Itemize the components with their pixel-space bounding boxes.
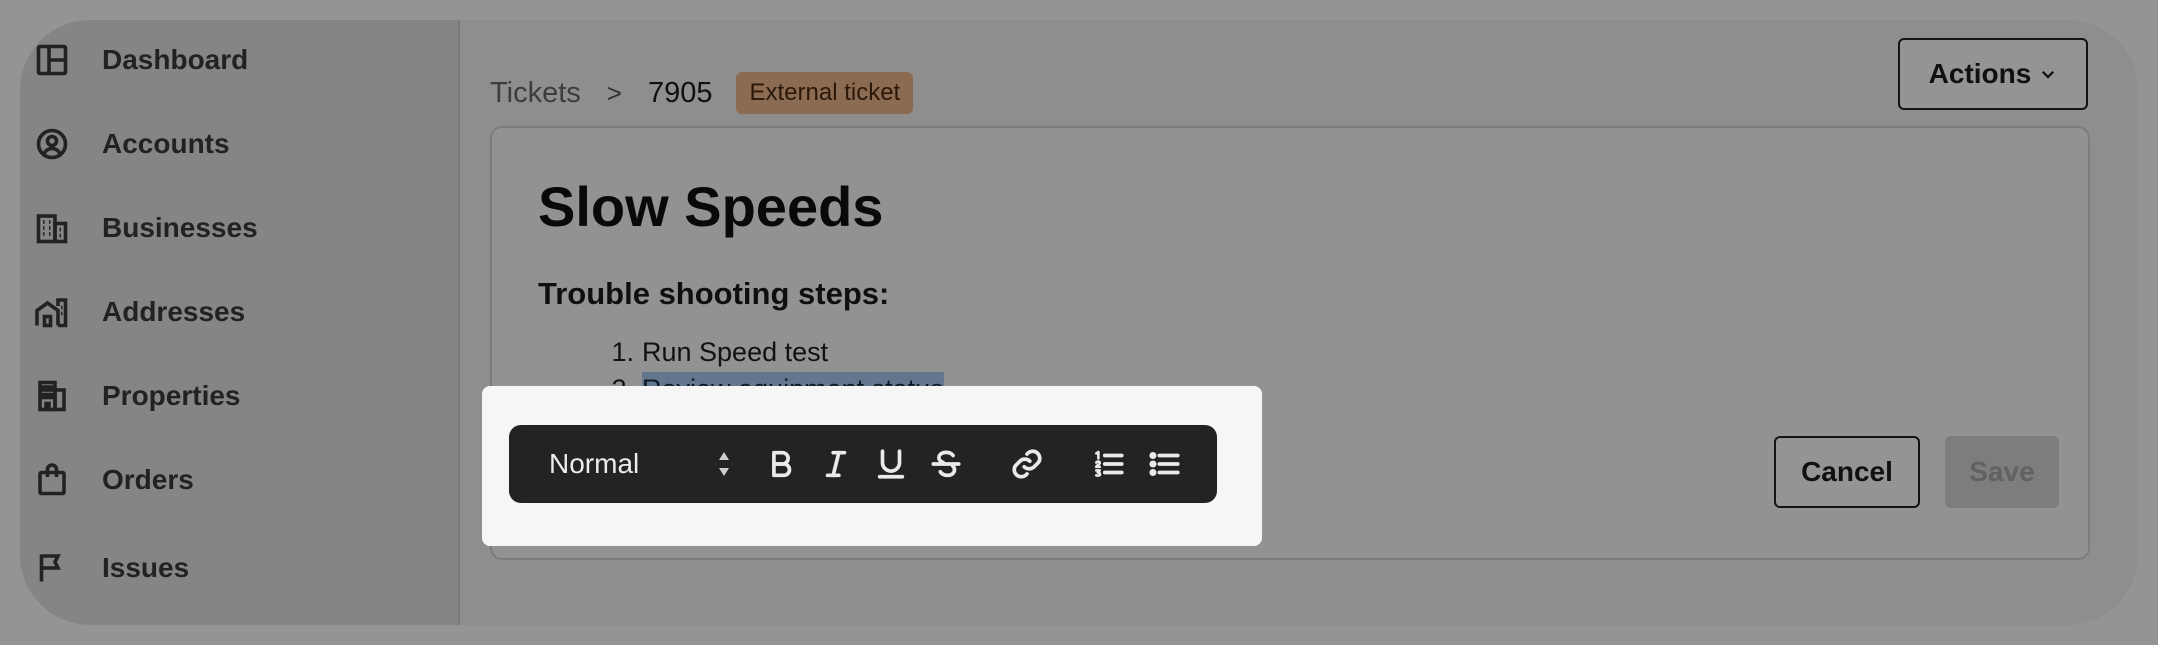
sidebar: Dashboard Accounts Businesses Addresses … — [20, 20, 460, 625]
strikethrough-icon — [931, 450, 961, 478]
breadcrumb: Tickets > 7905 External ticket — [490, 72, 914, 114]
user-circle-icon — [34, 126, 70, 162]
sidebar-item-label: Businesses — [102, 212, 258, 243]
sidebar-item-label: Dashboard — [102, 44, 249, 75]
link-button[interactable] — [1007, 444, 1047, 484]
bullet-list-icon — [1149, 451, 1180, 477]
sidebar-item-properties[interactable]: Properties — [34, 368, 434, 424]
strikethrough-button[interactable] — [926, 444, 966, 484]
select-arrows-icon — [719, 452, 729, 476]
sidebar-item-label: Accounts — [102, 128, 230, 159]
sidebar-item-label: Issues — [102, 552, 190, 583]
ticket-title[interactable]: Slow Speeds — [538, 174, 883, 239]
list-item-number: 1. — [611, 337, 634, 367]
underline-icon — [877, 449, 905, 479]
formatting-toolbar: Normal — [509, 425, 1217, 503]
format-select[interactable]: Normal — [549, 425, 731, 503]
breadcrumb-tickets-link[interactable]: Tickets — [490, 77, 581, 110]
bold-icon — [772, 450, 792, 478]
actions-label: Actions — [1928, 58, 2032, 89]
sidebar-item-accounts[interactable]: Accounts — [34, 116, 434, 172]
sidebar-item-label: Orders — [102, 464, 194, 495]
actions-button[interactable]: Actions — [1898, 38, 2088, 110]
ordered-list-button[interactable] — [1089, 444, 1129, 484]
chevron-down-icon — [2042, 70, 2055, 79]
bold-button[interactable] — [761, 444, 801, 484]
sidebar-item-label: Addresses — [102, 296, 246, 327]
flag-icon — [34, 550, 70, 586]
external-ticket-badge: External ticket — [736, 72, 914, 114]
cancel-button[interactable]: Cancel — [1774, 436, 1920, 508]
properties-icon — [34, 378, 70, 414]
sidebar-item-issues[interactable]: Issues — [34, 540, 434, 596]
sidebar-item-orders[interactable]: Orders — [34, 452, 434, 508]
ordered-list-icon — [1094, 450, 1124, 477]
sidebar-item-label: Properties — [102, 380, 241, 411]
ticket-id: 7905 — [647, 76, 713, 109]
layout-icon — [34, 42, 70, 78]
save-button[interactable]: Save — [1945, 436, 2059, 508]
list-item-text: Run Speed test — [642, 337, 829, 367]
bullet-list-button[interactable] — [1145, 444, 1185, 484]
section-heading[interactable]: Trouble shooting steps: — [538, 276, 889, 312]
shopping-bag-icon — [34, 462, 70, 498]
sidebar-item-businesses[interactable]: Businesses — [34, 200, 434, 256]
underline-button[interactable] — [871, 444, 911, 484]
italic-icon — [825, 450, 847, 478]
building-icon — [34, 210, 70, 246]
home-address-icon — [34, 294, 70, 330]
sidebar-item-addresses[interactable]: Addresses — [34, 284, 434, 340]
format-select-value: Normal — [549, 448, 640, 479]
link-icon — [1012, 449, 1042, 479]
breadcrumb-separator: > — [606, 77, 622, 108]
sidebar-item-dashboard[interactable]: Dashboard — [34, 32, 434, 88]
italic-button[interactable] — [816, 444, 856, 484]
list-item[interactable]: 1. Run Speed test — [600, 337, 828, 368]
